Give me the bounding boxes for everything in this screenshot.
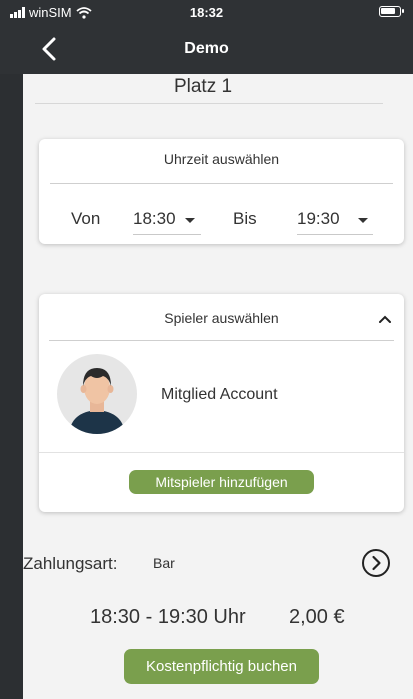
booking-price: 2,00 € [289, 606, 345, 628]
divider [49, 340, 394, 341]
to-time-value: 19:30 [297, 209, 340, 228]
payment-method: Bar [153, 555, 175, 571]
time-card-title: Uhrzeit auswählen [163, 151, 280, 167]
user-avatar-icon [69, 368, 125, 434]
chevron-up-icon[interactable] [378, 314, 392, 324]
chevron-down-icon [358, 218, 368, 223]
book-button[interactable]: Kostenpflichtig buchen [124, 649, 319, 684]
status-bar: winSIM 18:32 [0, 0, 413, 24]
from-label: Von [71, 209, 101, 228]
booking-content: Platz 1 Uhrzeit auswählen Von 18:30 Bis … [23, 74, 413, 699]
booking-time-range: 18:30 - 19:30 Uhr [90, 606, 246, 628]
payment-label: Zahlungsart: [23, 554, 118, 573]
from-time-select[interactable]: 18:30 [133, 207, 201, 235]
divider [50, 183, 393, 184]
court-name: Platz 1 [173, 76, 233, 97]
player-card-title: Spieler auswählen [164, 310, 279, 326]
divider [39, 452, 404, 453]
divider [35, 103, 383, 104]
add-player-button[interactable]: Mitspieler hinzufügen [129, 470, 314, 494]
battery-icon [379, 6, 404, 17]
to-time-select[interactable]: 19:30 [297, 207, 373, 235]
from-time-value: 18:30 [133, 209, 176, 228]
member-name: Mitglied Account [161, 386, 278, 403]
player-selection-card: Spieler auswählen Mitglied Account Mitsp… [39, 294, 404, 512]
chevron-right-circle-icon[interactable] [361, 548, 391, 578]
avatar [57, 354, 137, 434]
to-label: Bis [233, 209, 257, 228]
nav-bar: Demo [0, 24, 413, 74]
status-time: 18:32 [189, 5, 224, 20]
time-selection-card: Uhrzeit auswählen Von 18:30 Bis 19:30 [39, 139, 404, 244]
page-title: Demo [184, 40, 229, 57]
chevron-down-icon [185, 218, 195, 223]
